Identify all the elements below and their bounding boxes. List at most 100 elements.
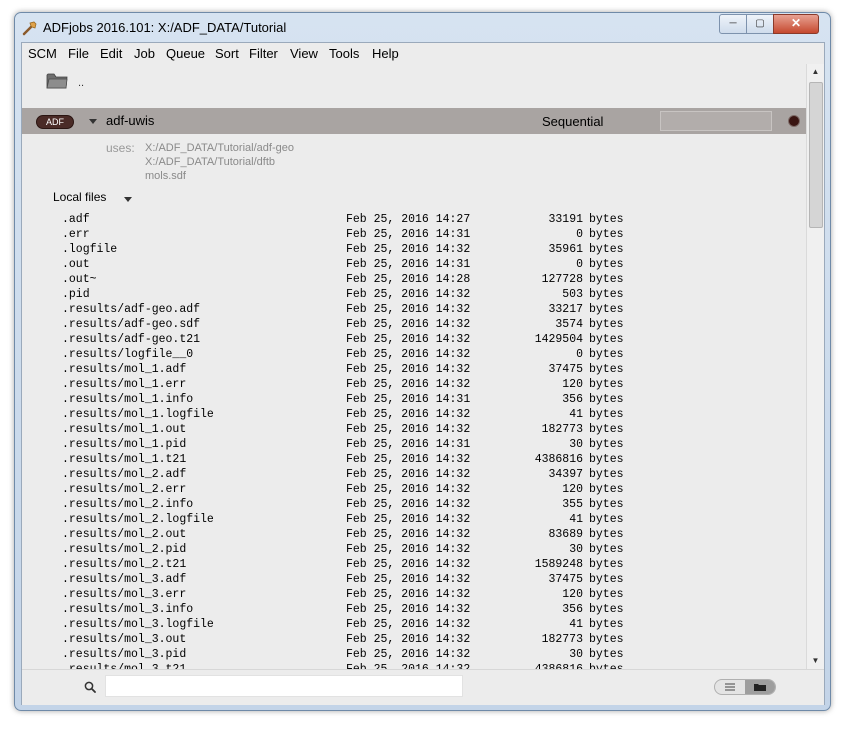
file-size: 120 [562,588,583,601]
file-size: 356 [562,603,583,616]
file-size: 30 [569,543,583,556]
scroll-up-arrow-icon[interactable]: ▲ [807,64,824,80]
vertical-scrollbar[interactable]: ▲ ▼ [806,64,824,669]
file-date: Feb 25, 2016 14:32 [346,423,471,436]
file-name: .results/adf-geo.sdf [62,318,201,331]
file-size-unit: bytes [589,228,624,241]
folder-view-button[interactable] [745,680,775,694]
uses-label: uses: [106,141,135,155]
file-date: Feb 25, 2016 14:32 [346,288,471,301]
file-date: Feb 25, 2016 14:32 [346,363,471,376]
file-size-unit: bytes [589,468,624,481]
file-size-unit: bytes [589,648,624,661]
file-size-unit: bytes [589,498,624,511]
file-name: .results/mol_2.adf [62,468,187,481]
title-bar[interactable]: ADFjobs 2016.101: X:/ADF_DATA/Tutorial ─… [15,13,830,43]
file-name: .results/adf-geo.t21 [62,333,201,346]
uses-item[interactable]: X:/ADF_DATA/Tutorial/dftb [145,156,275,168]
file-date: Feb 25, 2016 14:32 [346,648,471,661]
file-name: .out~ [62,273,97,286]
file-size: 30 [569,648,583,661]
view-toggle [714,679,776,695]
menu-tools[interactable]: Tools [329,46,359,61]
file-name: .results/mol_1.logfile [62,408,214,421]
file-size-unit: bytes [589,303,624,316]
status-indicator-icon [788,115,800,127]
file-date: Feb 25, 2016 14:32 [346,543,471,556]
scroll-thumb[interactable] [809,82,823,228]
file-name: .results/mol_2.info [62,498,194,511]
scroll-down-arrow-icon[interactable]: ▼ [807,653,824,669]
menu-filter[interactable]: Filter [249,46,278,61]
client-area: SCM File Edit Job Queue Sort Filter View… [21,42,825,705]
bottom-bar [22,669,824,705]
file-name: .results/mol_3.out [62,633,187,646]
job-type-badge[interactable]: ADF [36,115,74,129]
file-date: Feb 25, 2016 14:32 [346,453,471,466]
maximize-button[interactable]: ▢ [746,14,774,34]
file-name: .results/mol_3.adf [62,573,187,586]
file-name: .results/mol_1.info [62,393,194,406]
file-date: Feb 25, 2016 14:28 [346,273,471,286]
close-button[interactable]: ✕ [773,14,819,34]
file-date: Feb 25, 2016 14:32 [346,513,471,526]
menu-scm[interactable]: SCM [28,46,57,61]
file-size: 182773 [541,423,583,436]
file-size-unit: bytes [589,603,624,616]
file-name: .err [62,228,90,241]
file-date: Feb 25, 2016 14:32 [346,633,471,646]
minimize-button[interactable]: ─ [719,14,747,34]
file-size: 4386816 [534,453,583,466]
search-input[interactable] [105,675,463,697]
uses-item[interactable]: mols.sdf [145,170,186,182]
file-size: 120 [562,378,583,391]
job-row[interactable]: ADF adf-uwis Sequential [22,108,806,134]
file-size: 37475 [548,363,583,376]
file-size-unit: bytes [589,273,624,286]
file-name: .results/mol_1.err [62,378,187,391]
file-name: .results/adf-geo.adf [62,303,201,316]
menu-help[interactable]: Help [372,46,399,61]
file-name: .results/mol_1.out [62,423,187,436]
file-size-unit: bytes [589,438,624,451]
menu-edit[interactable]: Edit [100,46,122,61]
file-size: 37475 [548,573,583,586]
file-size-unit: bytes [589,528,624,541]
menu-file[interactable]: File [68,46,89,61]
file-size-unit: bytes [589,543,624,556]
uses-item[interactable]: X:/ADF_DATA/Tutorial/adf-geo [145,142,294,154]
file-name: .results/mol_3.logfile [62,618,214,631]
file-name: .results/mol_3.t21 [62,662,186,669]
file-size: 33217 [548,303,583,316]
menu-job[interactable]: Job [134,46,155,61]
menu-sort[interactable]: Sort [215,46,239,61]
file-size-unit: bytes [589,573,624,586]
file-size: 120 [562,483,583,496]
file-date: Feb 25, 2016 14:31 [346,228,471,241]
file-size: 355 [562,498,583,511]
menu-view[interactable]: View [290,46,318,61]
list-view-button[interactable] [715,680,745,694]
chevron-down-icon[interactable] [89,119,97,124]
file-size: 83689 [548,528,583,541]
parent-directory-link[interactable]: .. [78,77,84,89]
file-size-unit: bytes [589,333,624,346]
local-files-label[interactable]: Local files [53,190,106,204]
search-icon [84,680,96,693]
file-size: 33191 [548,213,583,226]
file-name: .results/mol_3.info [62,603,194,616]
file-size-unit: bytes [589,258,624,271]
file-date: Feb 25, 2016 14:32 [346,378,471,391]
file-size-unit: bytes [589,513,624,526]
file-size-unit: bytes [589,363,624,376]
file-size: 34397 [548,468,583,481]
file-name: .logfile [62,243,118,256]
job-name[interactable]: adf-uwis [106,113,154,128]
folder-icon[interactable] [46,71,68,89]
file-size-unit: bytes [589,393,624,406]
file-name: .results/mol_2.t21 [62,558,187,571]
file-date: Feb 25, 2016 14:32 [346,483,471,496]
menu-queue[interactable]: Queue [166,46,205,61]
file-size: 0 [576,228,583,241]
chevron-down-icon[interactable] [124,197,132,202]
